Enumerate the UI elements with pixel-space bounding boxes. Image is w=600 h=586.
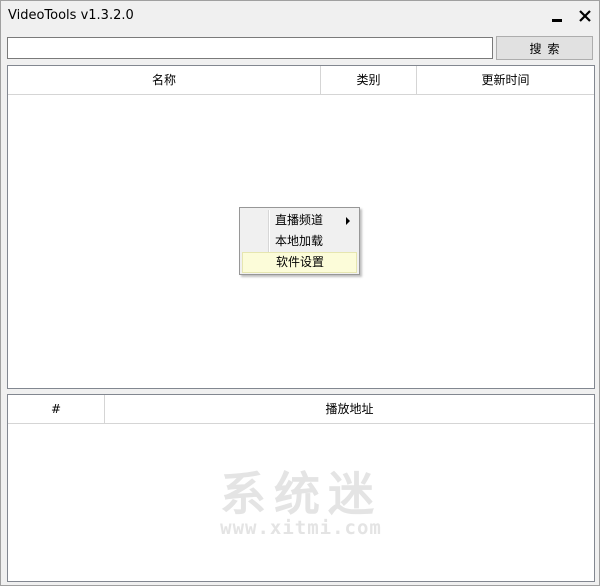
close-button[interactable] [574,5,596,27]
menu-item-local-load[interactable]: 本地加载 [242,231,357,252]
column-header-update-time[interactable]: 更新时间 [417,66,594,94]
url-table[interactable]: # 播放地址 系统迷 www.xitmi.com [7,394,595,582]
minimize-button[interactable] [546,5,568,27]
url-table-header: # 播放地址 [8,395,594,424]
url-table-body[interactable] [8,424,594,581]
column-header-name[interactable]: 名称 [8,66,321,94]
search-button[interactable]: 搜索 [496,36,593,60]
channel-table-header: 名称 类别 更新时间 [8,66,594,95]
context-menu: 直播频道 本地加载 软件设置 [239,207,360,275]
column-header-index[interactable]: # [8,395,105,423]
column-header-play-url[interactable]: 播放地址 [105,395,594,423]
column-header-category[interactable]: 类别 [321,66,417,94]
menu-item-label: 本地加载 [275,234,324,248]
menu-item-label: 软件设置 [276,255,325,269]
minimize-icon [552,18,562,22]
title-bar[interactable]: VideoTools v1.3.2.0 [1,1,599,33]
close-icon [579,10,591,22]
submenu-arrow-icon [346,217,350,225]
menu-item-live-channel[interactable]: 直播频道 [242,210,357,231]
menu-item-label: 直播频道 [275,213,324,227]
window-title: VideoTools v1.3.2.0 [8,8,134,23]
main-window: VideoTools v1.3.2.0 搜索 名称 类别 更新时间 # 播放地址… [0,0,600,586]
search-input[interactable] [7,37,493,59]
menu-item-settings[interactable]: 软件设置 [242,252,357,273]
